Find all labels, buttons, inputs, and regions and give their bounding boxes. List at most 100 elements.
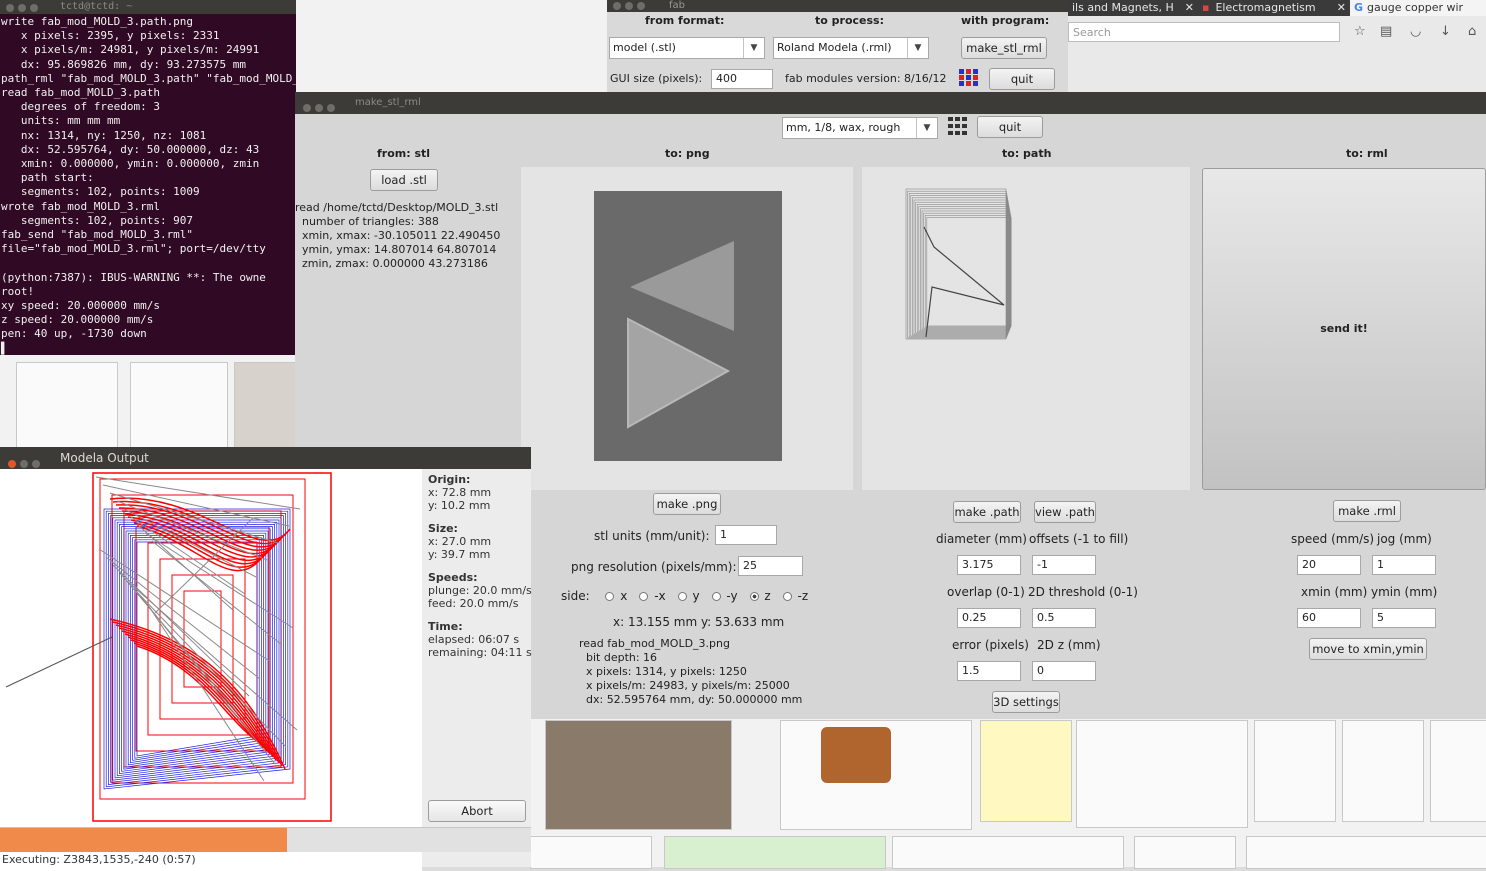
search-result-thumbnail[interactable] [1254, 720, 1336, 822]
close-icon[interactable] [6, 4, 14, 12]
radio-button[interactable] [677, 592, 687, 601]
window-controls[interactable] [303, 99, 339, 121]
chevron-down-icon: ▼ [916, 118, 937, 138]
close-tab-icon[interactable]: ✕ [1337, 0, 1346, 16]
side-option-y[interactable]: y [677, 589, 700, 603]
maximize-icon[interactable] [637, 2, 645, 10]
radio-button[interactable] [605, 592, 615, 601]
search-result-thumbnail[interactable] [1076, 720, 1248, 828]
abort-button[interactable]: Abort [428, 800, 526, 822]
make-rml-button[interactable]: make .rml [1333, 500, 1401, 522]
overlap-label: overlap (0-1) [947, 585, 1025, 599]
search-result-thumbnail[interactable] [780, 720, 972, 830]
browser-tab-active[interactable]: Ggauge copper wir [1350, 0, 1486, 16]
search-result-thumbnail[interactable] [1134, 836, 1236, 869]
search-result-thumbnail[interactable] [16, 362, 118, 448]
search-result-thumbnail[interactable] [130, 362, 228, 448]
pocket-icon[interactable]: ◡ [1410, 24, 1421, 39]
make-png-button[interactable]: make .png [653, 493, 721, 515]
close-icon[interactable] [613, 2, 621, 10]
search-result-thumbnail[interactable] [1342, 720, 1424, 822]
search-result-thumbnail[interactable] [1430, 720, 1486, 822]
load-stl-button[interactable]: load .stl [370, 169, 438, 191]
browser-tab[interactable]: ▪ Electromagnetism ✕ [1198, 0, 1352, 16]
diameter-input[interactable]: 3.175 [957, 555, 1021, 575]
search-result-thumbnail[interactable] [892, 836, 1124, 869]
side-option--y[interactable]: -y [711, 589, 738, 603]
overlap-input[interactable]: 0.25 [957, 608, 1021, 628]
bookmarks-icon[interactable]: ▤ [1380, 24, 1392, 39]
path-contour [905, 188, 1007, 340]
radio-label: y [688, 589, 700, 603]
maximize-icon[interactable] [327, 104, 335, 112]
png-resolution-input[interactable]: 25 [738, 556, 803, 576]
make-quit-button[interactable]: quit [977, 116, 1043, 138]
gui-size-input[interactable]: 400 [711, 69, 773, 89]
star-icon[interactable]: ☆ [1354, 24, 1366, 39]
speeds-label: Speeds: [428, 571, 478, 584]
side-option-z[interactable]: z [749, 589, 771, 603]
radio-button[interactable] [749, 592, 759, 601]
side-option--z[interactable]: -z [782, 589, 808, 603]
browser-tab[interactable]: ils and Magnets, H ✕ [1068, 0, 1200, 16]
move-to-xmin-ymin-button[interactable]: move to xmin,ymin [1309, 638, 1427, 660]
close-tab-icon[interactable]: ✕ [1185, 0, 1194, 16]
maximize-icon[interactable] [32, 460, 40, 468]
search-result-thumbnail[interactable] [1246, 836, 1486, 869]
radio-button[interactable] [782, 592, 792, 601]
close-icon[interactable] [303, 104, 311, 112]
window-controls[interactable] [613, 2, 649, 14]
z2d-input[interactable]: 0 [1032, 661, 1096, 681]
fab-title: fab [669, 0, 685, 11]
3d-settings-button[interactable]: 3D settings [992, 691, 1060, 713]
maximize-icon[interactable] [30, 4, 38, 12]
make-stl-rml-button[interactable]: make_stl_rml [961, 37, 1047, 59]
from-format-label: from format: [645, 14, 725, 27]
from-format-select[interactable]: model (.stl) ▼ [609, 37, 765, 59]
window-controls[interactable] [6, 3, 42, 17]
minimize-icon[interactable] [315, 104, 323, 112]
make-titlebar[interactable]: make_stl_rml [295, 92, 1486, 114]
offsets-input[interactable]: -1 [1032, 555, 1096, 575]
error-input[interactable]: 1.5 [957, 661, 1021, 681]
minimize-icon[interactable] [18, 4, 26, 12]
terminal-titlebar[interactable]: tctd@tctd: ~ [0, 0, 296, 14]
download-icon[interactable]: ↓ [1440, 24, 1451, 39]
search-result-thumbnail[interactable] [545, 720, 732, 830]
stl-units-input[interactable]: 1 [715, 525, 777, 545]
terminal-window[interactable]: tctd@tctd: ~ write fab_mod_MOLD_3.path.p… [0, 0, 296, 355]
threshold-input[interactable]: 0.5 [1032, 608, 1096, 628]
path-preview-panel [862, 167, 1190, 490]
select-value: model (.stl) [613, 41, 676, 54]
home-icon[interactable]: ⌂ [1468, 24, 1476, 39]
speed-input[interactable]: 20 [1297, 555, 1361, 575]
radio-button[interactable] [639, 592, 649, 601]
modela-titlebar[interactable]: Modela Output [0, 447, 531, 469]
select-value: mm, 1/8, wax, rough [786, 121, 901, 134]
minimize-icon[interactable] [20, 460, 28, 468]
close-icon[interactable] [8, 460, 16, 468]
xmin-label: xmin (mm) [1301, 585, 1368, 599]
ymin-label: ymin (mm) [1371, 585, 1438, 599]
radio-button[interactable] [711, 592, 721, 601]
side-option-x[interactable]: x [605, 589, 627, 603]
view-path-button[interactable]: view .path [1034, 501, 1096, 523]
search-result-thumbnail[interactable] [664, 836, 886, 869]
ymin-input[interactable]: 5 [1372, 608, 1436, 628]
fab-quit-button[interactable]: quit [989, 68, 1055, 90]
minimize-icon[interactable] [625, 2, 633, 10]
plunge-speed: plunge: 20.0 mm/s [428, 584, 532, 597]
preset-select[interactable]: mm, 1/8, wax, rough ▼ [782, 117, 938, 139]
fab-titlebar[interactable]: fab [607, 0, 1068, 12]
terminal-output[interactable]: write fab_mod_MOLD_3.path.png x pixels: … [0, 14, 296, 355]
jog-input[interactable]: 1 [1372, 555, 1436, 575]
side-option--x[interactable]: -x [639, 589, 666, 603]
send-it-button[interactable]: send it! [1202, 168, 1486, 490]
search-result-thumbnail[interactable] [530, 836, 652, 869]
xmin-input[interactable]: 60 [1297, 608, 1361, 628]
make-path-button[interactable]: make .path [953, 501, 1021, 523]
to-process-select[interactable]: Roland Modela (.rml) ▼ [773, 37, 929, 59]
search-input[interactable]: Search [1068, 22, 1340, 42]
search-result-thumbnail[interactable] [980, 720, 1072, 822]
search-result-thumbnail[interactable] [234, 362, 298, 448]
